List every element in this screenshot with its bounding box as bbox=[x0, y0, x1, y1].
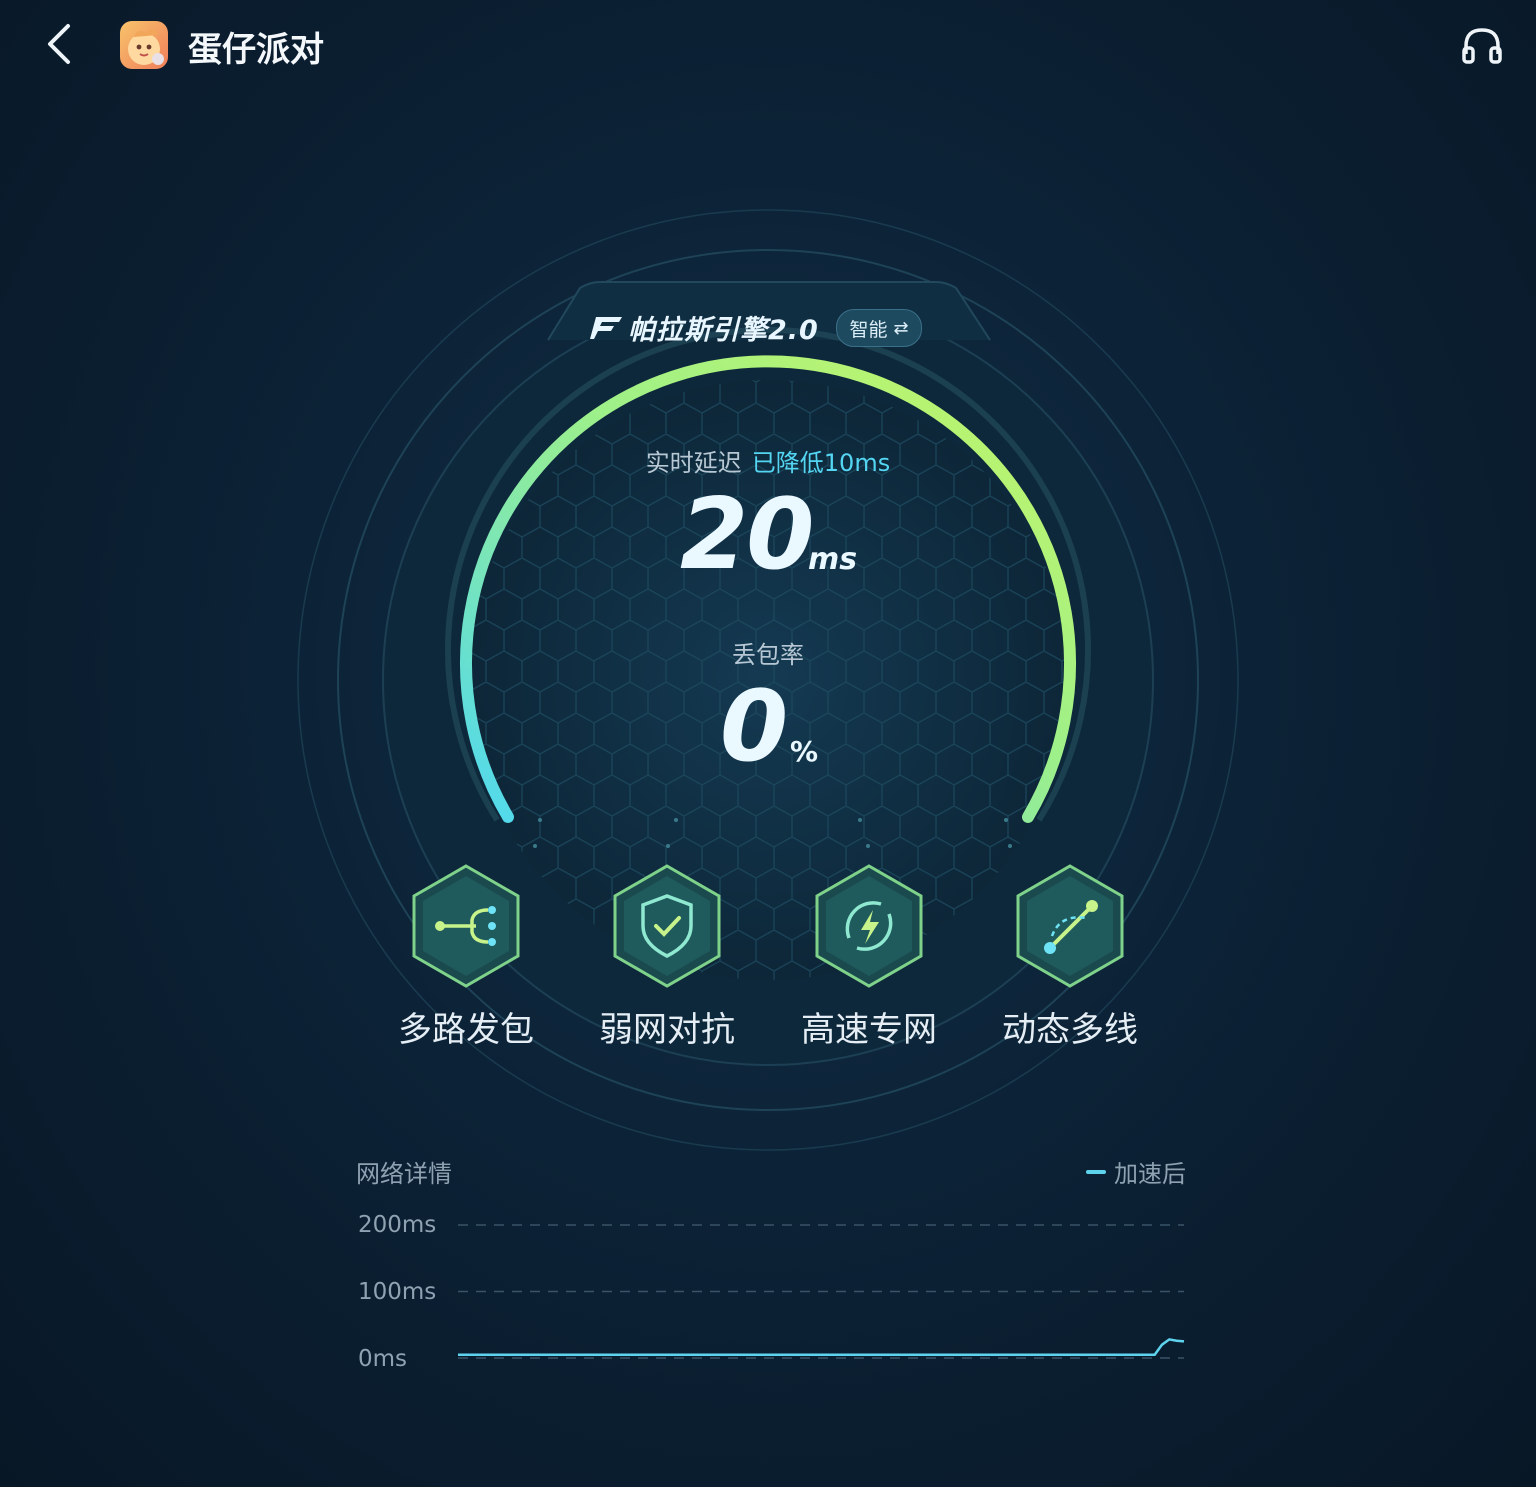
top-bar: 蛋仔派对 bbox=[0, 0, 1536, 90]
feature-weak-network[interactable]: 弱网对抗 bbox=[587, 862, 747, 1051]
latency-value: 20 bbox=[680, 478, 814, 592]
feature-high-speed[interactable]: 高速专网 bbox=[789, 862, 949, 1051]
swap-arrows-icon: ⇄ bbox=[893, 317, 909, 339]
engine-name: 帕拉斯引擎2.0 bbox=[628, 314, 819, 346]
feature-dynamic-multiline[interactable]: 动态多线 bbox=[990, 862, 1150, 1051]
shield-check-icon bbox=[613, 864, 721, 988]
feature-multipath[interactable]: 多路发包 bbox=[386, 862, 546, 1051]
feature-label: 弱网对抗 bbox=[599, 1010, 735, 1050]
latency-reduced: 已降低10ms bbox=[751, 449, 891, 477]
chevron-left-icon[interactable] bbox=[40, 22, 80, 66]
y-tick-label: 100ms bbox=[358, 1279, 437, 1305]
headset-icon[interactable] bbox=[1460, 24, 1504, 68]
engine-logo-icon bbox=[590, 317, 622, 339]
latency-unit: ms bbox=[808, 542, 858, 577]
packet-loss-unit: % bbox=[790, 735, 819, 768]
y-tick-label: 0ms bbox=[358, 1346, 408, 1372]
chart-title: 网络详情 bbox=[356, 1160, 452, 1188]
series-line-after-acceleration bbox=[458, 1338, 1185, 1356]
feature-label: 动态多线 bbox=[1002, 1010, 1138, 1050]
mode-label: 智能 bbox=[849, 318, 888, 341]
mode-toggle-button[interactable]: 智能 ⇄ bbox=[836, 309, 922, 347]
feature-label: 高速专网 bbox=[801, 1010, 937, 1050]
network-details-chart: 网络详情 加速后 200ms 100ms 0ms bbox=[356, 1150, 1186, 1380]
latency-label: 实时延迟 bbox=[645, 449, 742, 477]
feature-label: 多路发包 bbox=[398, 1010, 534, 1050]
multipath-icon bbox=[412, 864, 520, 988]
route-icon bbox=[1016, 864, 1124, 988]
app-title: 蛋仔派对 bbox=[188, 30, 324, 70]
packet-loss-value: 0 bbox=[720, 670, 789, 784]
y-tick-label: 200ms bbox=[358, 1212, 437, 1238]
chart-plot-area bbox=[458, 1224, 1185, 1359]
app-icon bbox=[120, 21, 168, 69]
engine-label: 帕拉斯引擎2.0 bbox=[590, 306, 819, 348]
lightning-icon bbox=[815, 864, 923, 988]
packet-loss-label: 丢包率 bbox=[732, 641, 804, 669]
latency-status: 实时延迟 已降低10ms bbox=[0, 443, 1536, 478]
